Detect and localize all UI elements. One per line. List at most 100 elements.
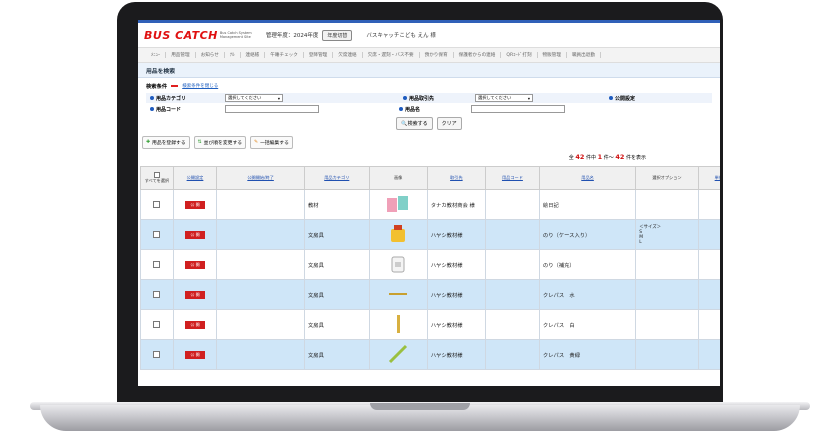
vendor-label: 用品取引先 [409,95,435,102]
category-cell: 文房具 [304,279,370,310]
nav-item[interactable]: 保護者からの連絡 [454,52,502,58]
nav-item[interactable]: 欠席・遅刻・バス不要 [363,52,420,58]
nav-item[interactable]: 用品管理 [166,52,196,58]
nav-item[interactable]: 預かり保育 [420,52,454,58]
page-title: 用品を検索 [138,63,720,78]
table-row[interactable]: 公 開 文房具 ハヤシ教材様 クレパス 白 50 [140,309,720,340]
status-badge: 公 開 [185,290,205,299]
nav-item[interactable]: お知らせ [196,52,225,58]
nav-item[interactable]: 連絡帳 [241,52,266,58]
nav-item[interactable]: QRｺｰﾄﾞ打刻 [501,52,538,58]
vendor-cell: ハヤシ教材様 [426,339,486,370]
nav-item[interactable]: 登降管理 [304,52,334,58]
clear-button[interactable]: クリア [436,117,462,130]
status-badge: 公 開 [185,320,205,329]
crayon-icon [387,292,409,307]
row-checkbox[interactable] [153,351,161,358]
col-category[interactable]: 用品カテゴリ [304,166,370,190]
register-button[interactable]: ✚ 用品を登録する [142,136,190,149]
row-checkbox[interactable] [153,321,161,328]
period-cell [216,219,305,250]
status-cell: 公 開 [172,309,218,340]
collapse-icon [171,85,179,87]
image-cell [368,309,428,340]
bulk-edit-button[interactable]: ✎ 一括編集する [250,136,293,149]
status-badge: 公 開 [185,230,205,239]
vendor-cell: タナカ教材商会 様 [426,189,486,220]
row-checkbox[interactable] [153,291,161,298]
col-period[interactable]: 公開開始/終了 [216,166,305,190]
price-cell: 210 [697,189,720,220]
reorder-button[interactable]: ⇅ 並び順を変更する [193,136,247,149]
row-checkbox-cell[interactable] [140,219,174,250]
vendor-cell: ハヤシ教材様 [426,219,486,250]
items-table: すべてを選択 公開設定 公開開始/終了 用品カテゴリ 画像 取引先 用品コード … [140,166,720,370]
category-cell: 文房具 [304,249,370,280]
row-checkbox[interactable] [153,261,161,268]
search-button[interactable]: 🔍検索する [396,117,433,130]
crayon-icon [387,344,409,367]
table-row[interactable]: 公 開 文房具 ハヤシ教材様 のり（補充） 100 [140,249,720,280]
code-label: 用品コード [156,106,182,113]
name-cell: クレパス 白 [538,309,637,340]
status-cell: 公 開 [172,249,218,280]
table-row[interactable]: 公 開 文房具 ハヤシ教材様 のり（ケース入り）＜サイズ＞ S M L190 [140,219,720,250]
nav-item[interactable]: 職員出退勤 [567,52,601,58]
category-cell: 文房具 [304,339,370,370]
app-screen: BUS CATCH Bus Catch System Management Si… [138,20,720,386]
row-checkbox-cell[interactable] [140,249,174,280]
status-badge: 公 開 [185,200,205,209]
glue-refill-icon [388,256,408,276]
bullet-icon [609,96,613,100]
pencil-icon: ✎ [254,140,259,145]
vendor-select[interactable]: 選択してください ▾ [475,94,533,102]
bullet-icon [150,107,154,111]
col-price[interactable]: 単価 [697,166,720,190]
bullet-icon [150,96,154,100]
main-nav: ﾒﾆｭｰ 用品管理 お知らせ ﾅﾙ 連絡帳 午睡チェック 登降管理 欠席連絡 欠席・遅刻・バス不… [138,47,720,63]
nav-item[interactable]: 物販管理 [538,52,567,58]
col-vendor[interactable]: 取引先 [426,166,486,190]
name-input[interactable] [471,105,565,113]
col-name[interactable]: 用品名 [538,166,637,190]
name-cell: のり（補充） [538,249,637,280]
row-checkbox-cell[interactable] [140,189,174,220]
category-select[interactable]: 選択してください ▾ [225,94,283,102]
name-cell: クレパス 水 [538,279,637,310]
crayon-icon [387,314,409,337]
row-checkbox[interactable] [153,201,161,208]
table-row[interactable]: 公 開 文房具 ハヤシ教材様 クレパス 水 50 [140,279,720,310]
nav-item[interactable]: 午睡チェック [265,52,304,58]
image-cell [368,219,428,250]
period-cell [216,279,305,310]
price-cell: 190 [697,219,720,250]
code-cell [484,279,540,310]
image-cell [368,249,428,280]
col-code[interactable]: 用品コード [484,166,540,190]
nav-item[interactable]: ﾒﾆｭｰ [146,52,167,58]
row-checkbox-cell[interactable] [140,309,174,340]
image-cell [368,189,428,220]
nav-item[interactable]: 欠席連絡 [333,52,363,58]
logo[interactable]: BUS CATCH Bus Catch System Management Si… [144,29,258,42]
year-switch-button[interactable]: 年度切替 [322,29,353,41]
logo-text: BUS CATCH [144,28,218,42]
code-input[interactable] [225,105,319,113]
table-row[interactable]: 公 開 文房具 ハヤシ教材様 クレパス 黄緑 50 [140,339,720,370]
row-checkbox[interactable] [153,231,161,238]
image-cell [368,279,428,310]
price-cell: 50 [697,339,720,370]
select-all-header[interactable]: すべてを選択 [140,166,174,190]
table-row[interactable]: 公 開 教材 タナカ教材商会 様 絵日記 210 [140,189,720,220]
search-heading: 検索条件 [146,84,168,90]
option-cell [635,339,699,370]
close-search-link[interactable]: 検索条件を閉じる [182,83,218,89]
row-checkbox-cell[interactable] [140,339,174,370]
nav-item[interactable]: ﾅﾙ [225,52,241,58]
col-public[interactable]: 公開設定 [172,166,218,190]
row-checkbox-cell[interactable] [140,279,174,310]
public-label: 公開設定 [615,95,636,102]
vendor-cell: ハヤシ教材様 [426,309,486,340]
school-name: バスキャッチこども えん 様 [366,33,436,39]
status-cell: 公 開 [172,339,218,370]
